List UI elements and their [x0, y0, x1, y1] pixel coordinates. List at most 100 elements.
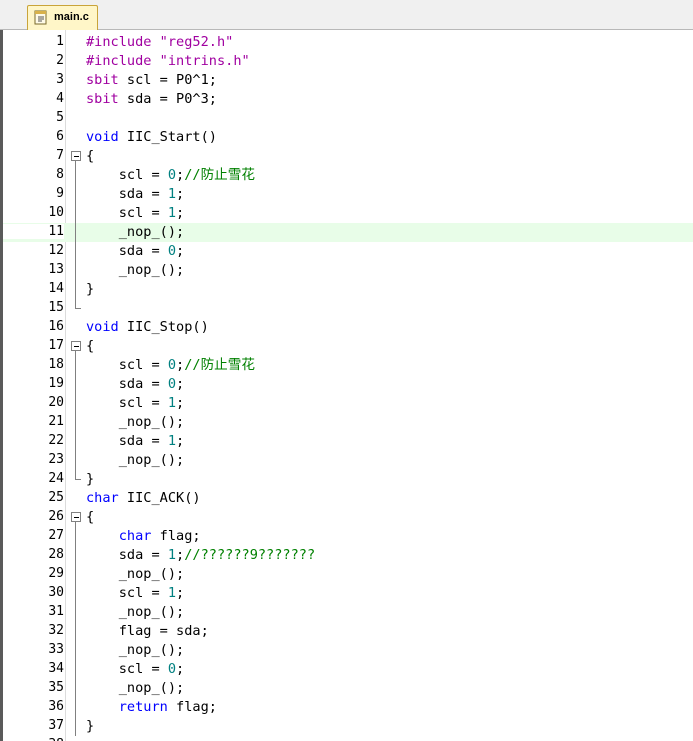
tab-main-c[interactable]: main.c [27, 5, 98, 30]
code-line[interactable]: 34 scl = 0; [3, 660, 693, 679]
code-token: 1 [167, 547, 177, 563]
fold-guide-line [70, 280, 82, 299]
code-text: } [86, 471, 94, 488]
fold-guide-line [70, 394, 82, 413]
code-line[interactable]: 30 scl = 1; [3, 584, 693, 603]
code-token: sda = [86, 376, 168, 392]
code-text: char IIC_ACK() [86, 490, 201, 507]
code-token: 1 [167, 186, 177, 202]
code-token: ; [176, 547, 185, 563]
code-line[interactable]: 2 #include "intrins.h" [3, 52, 693, 71]
line-number: 13 [3, 262, 64, 277]
code-line[interactable]: 37} [3, 717, 693, 736]
code-line[interactable]: 27 char flag; [3, 527, 693, 546]
code-line[interactable]: 22 sda = 1; [3, 432, 693, 451]
fold-collapse-icon[interactable] [70, 508, 82, 527]
line-number: 12 [3, 243, 64, 258]
code-line[interactable]: 36 return flag; [3, 698, 693, 717]
line-number: 32 [3, 623, 64, 638]
code-line[interactable]: 24} [3, 470, 693, 489]
code-line[interactable]: 29 _nop_(); [3, 565, 693, 584]
fold-margin [70, 90, 82, 109]
code-token: #include [86, 34, 160, 50]
code-lines: 1 #include "reg52.h" 2 #include "intrins.h"… [3, 33, 693, 741]
code-line[interactable]: 26 { [3, 508, 693, 527]
code-line[interactable]: 21 _nop_(); [3, 413, 693, 432]
code-line[interactable]: 33 _nop_(); [3, 641, 693, 660]
code-text: _nop_(); [86, 566, 184, 583]
code-token: #include [86, 53, 160, 69]
code-token: flag; [151, 528, 201, 544]
code-line[interactable]: 25 char IIC_ACK() [3, 489, 693, 508]
code-token: { [86, 148, 95, 164]
code-token: void [86, 319, 119, 335]
code-line[interactable]: 19 sda = 0; [3, 375, 693, 394]
code-line[interactable]: 11 _nop_(); [3, 223, 693, 242]
code-line[interactable]: 1 #include "reg52.h" [3, 33, 693, 52]
code-text: scl = 1; [86, 395, 184, 412]
code-editor[interactable]: 1 #include "reg52.h" 2 #include "intrins.h"… [0, 30, 693, 741]
line-number: 3 [3, 72, 64, 87]
code-line[interactable]: 4 sbit sda = P0^3; [3, 90, 693, 109]
fold-collapse-icon[interactable] [70, 337, 82, 356]
code-token: 0 [167, 357, 177, 373]
code-line[interactable]: 14} [3, 280, 693, 299]
code-line[interactable]: 23 _nop_(); [3, 451, 693, 470]
line-number: 17 [3, 338, 64, 353]
line-number: 19 [3, 376, 64, 391]
fold-collapse-icon[interactable] [70, 147, 82, 166]
fold-guide-line [70, 185, 82, 204]
code-text: char flag; [86, 528, 201, 545]
code-text: void IIC_Start() [86, 129, 217, 146]
code-token: 1 [167, 433, 177, 449]
code-line[interactable]: 28 sda = 1;//??????9??????? [3, 546, 693, 565]
line-number: 11 [3, 224, 64, 239]
line-number: 7 [3, 148, 64, 163]
code-line[interactable]: 6 void IIC_Start() [3, 128, 693, 147]
code-line[interactable]: 10 scl = 1; [3, 204, 693, 223]
code-line[interactable]: 18 scl = 0;//防止雪花 [3, 356, 693, 375]
line-number: 18 [3, 357, 64, 372]
code-text: flag = sda; [86, 623, 209, 640]
code-text: sda = 0; [86, 243, 184, 260]
line-number: 30 [3, 585, 64, 600]
code-line[interactable]: 15 [3, 299, 693, 318]
fold-guide-line [70, 679, 82, 698]
code-text: _nop_(); [86, 680, 184, 697]
code-line[interactable]: 3 sbit scl = P0^1; [3, 71, 693, 90]
code-token: _nop_(); [86, 224, 185, 240]
code-token: scl = [86, 661, 168, 677]
code-line[interactable]: 7{ [3, 147, 693, 166]
code-line[interactable]: 13 _nop_(); [3, 261, 693, 280]
code-line[interactable]: 9 sda = 1; [3, 185, 693, 204]
code-line[interactable]: 12 sda = 0; [3, 242, 693, 261]
code-text: { [86, 148, 94, 165]
code-token: 0 [167, 243, 177, 259]
code-line[interactable]: 16 void IIC_Stop() [3, 318, 693, 337]
code-line[interactable]: 20 scl = 1; [3, 394, 693, 413]
tab-label: main.c [54, 11, 89, 23]
code-line[interactable]: 8 scl = 0;//防止雪花 [3, 166, 693, 185]
code-line[interactable]: 32 flag = sda; [3, 622, 693, 641]
code-token: sda = [86, 547, 168, 563]
code-text: _nop_(); [86, 262, 184, 279]
fold-guide-line [70, 584, 82, 603]
fold-margin [70, 52, 82, 71]
c-file-icon [34, 10, 47, 25]
code-token: ; [176, 205, 185, 221]
code-token: _nop_(); [86, 680, 185, 696]
code-line[interactable]: 31 _nop_(); [3, 603, 693, 622]
code-token: scl = [86, 585, 168, 601]
code-token: "intrins.h" [159, 53, 250, 69]
code-line[interactable]: 35 _nop_(); [3, 679, 693, 698]
code-line[interactable]: 17 { [3, 337, 693, 356]
code-line[interactable]: 38 [3, 736, 693, 741]
fold-margin [70, 71, 82, 90]
code-line[interactable]: 5 [3, 109, 693, 128]
code-token: //防止雪花 [184, 167, 255, 183]
code-token: sbit [86, 91, 119, 107]
fold-end-marker [70, 470, 82, 489]
line-number: 14 [3, 281, 64, 296]
code-token: ; [176, 585, 185, 601]
